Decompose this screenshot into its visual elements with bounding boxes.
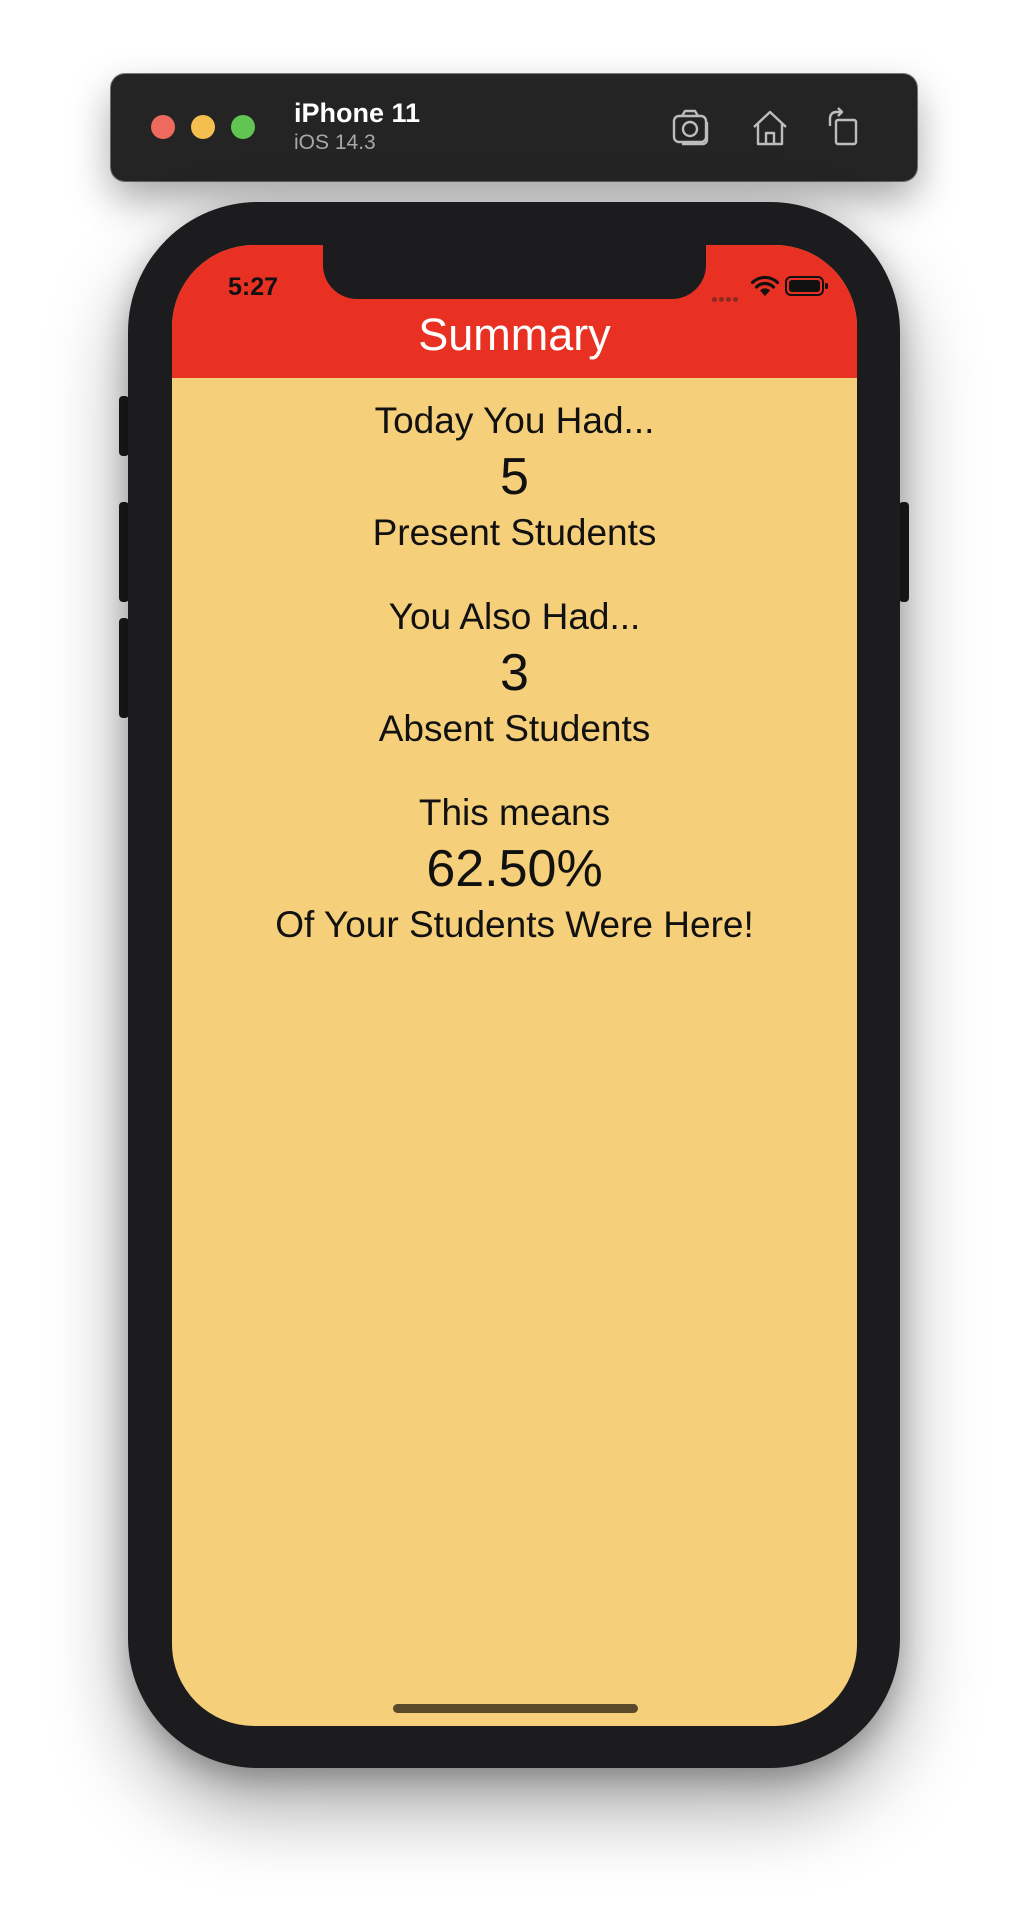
device-name: iPhone 11 bbox=[294, 98, 421, 128]
cellular-icon bbox=[712, 289, 742, 302]
wifi-icon bbox=[750, 274, 780, 298]
present-count: 5 bbox=[500, 448, 529, 506]
rotate-icon[interactable] bbox=[822, 106, 866, 150]
percentage-caption: Of Your Students Were Here! bbox=[275, 904, 754, 945]
percentage-summary: This means 62.50% Of Your Students Were … bbox=[172, 785, 857, 953]
summary-content: Today You Had... 5 Present Students You … bbox=[172, 393, 857, 981]
home-icon[interactable] bbox=[748, 106, 792, 150]
phone-screen: 5:27 Summary Today You Had... 5 Present bbox=[172, 245, 857, 1726]
present-summary: Today You Had... 5 Present Students bbox=[172, 393, 857, 561]
absent-intro: You Also Had... bbox=[388, 596, 641, 637]
status-time: 5:27 bbox=[228, 273, 279, 301]
absent-count: 3 bbox=[500, 644, 529, 702]
battery-icon bbox=[785, 276, 829, 296]
power-button bbox=[899, 502, 909, 602]
simulator-stage: iPhone 11 iOS 14.3 5:27 Summary Today Yo… bbox=[0, 0, 1028, 1920]
present-caption: Present Students bbox=[372, 512, 657, 553]
close-window-button[interactable] bbox=[151, 115, 175, 139]
page-title: Summary bbox=[418, 309, 611, 360]
percentage-intro: This means bbox=[418, 792, 611, 833]
notch bbox=[323, 245, 706, 299]
device-os-version: iOS 14.3 bbox=[294, 131, 376, 154]
minimize-window-button[interactable] bbox=[191, 115, 215, 139]
attendance-percentage: 62.50% bbox=[426, 840, 603, 898]
absent-caption: Absent Students bbox=[378, 708, 651, 749]
present-intro: Today You Had... bbox=[374, 400, 655, 441]
screenshot-icon[interactable] bbox=[670, 106, 714, 150]
absent-summary: You Also Had... 3 Absent Students bbox=[172, 589, 857, 757]
zoom-window-button[interactable] bbox=[231, 115, 255, 139]
home-indicator[interactable] bbox=[393, 1704, 638, 1713]
